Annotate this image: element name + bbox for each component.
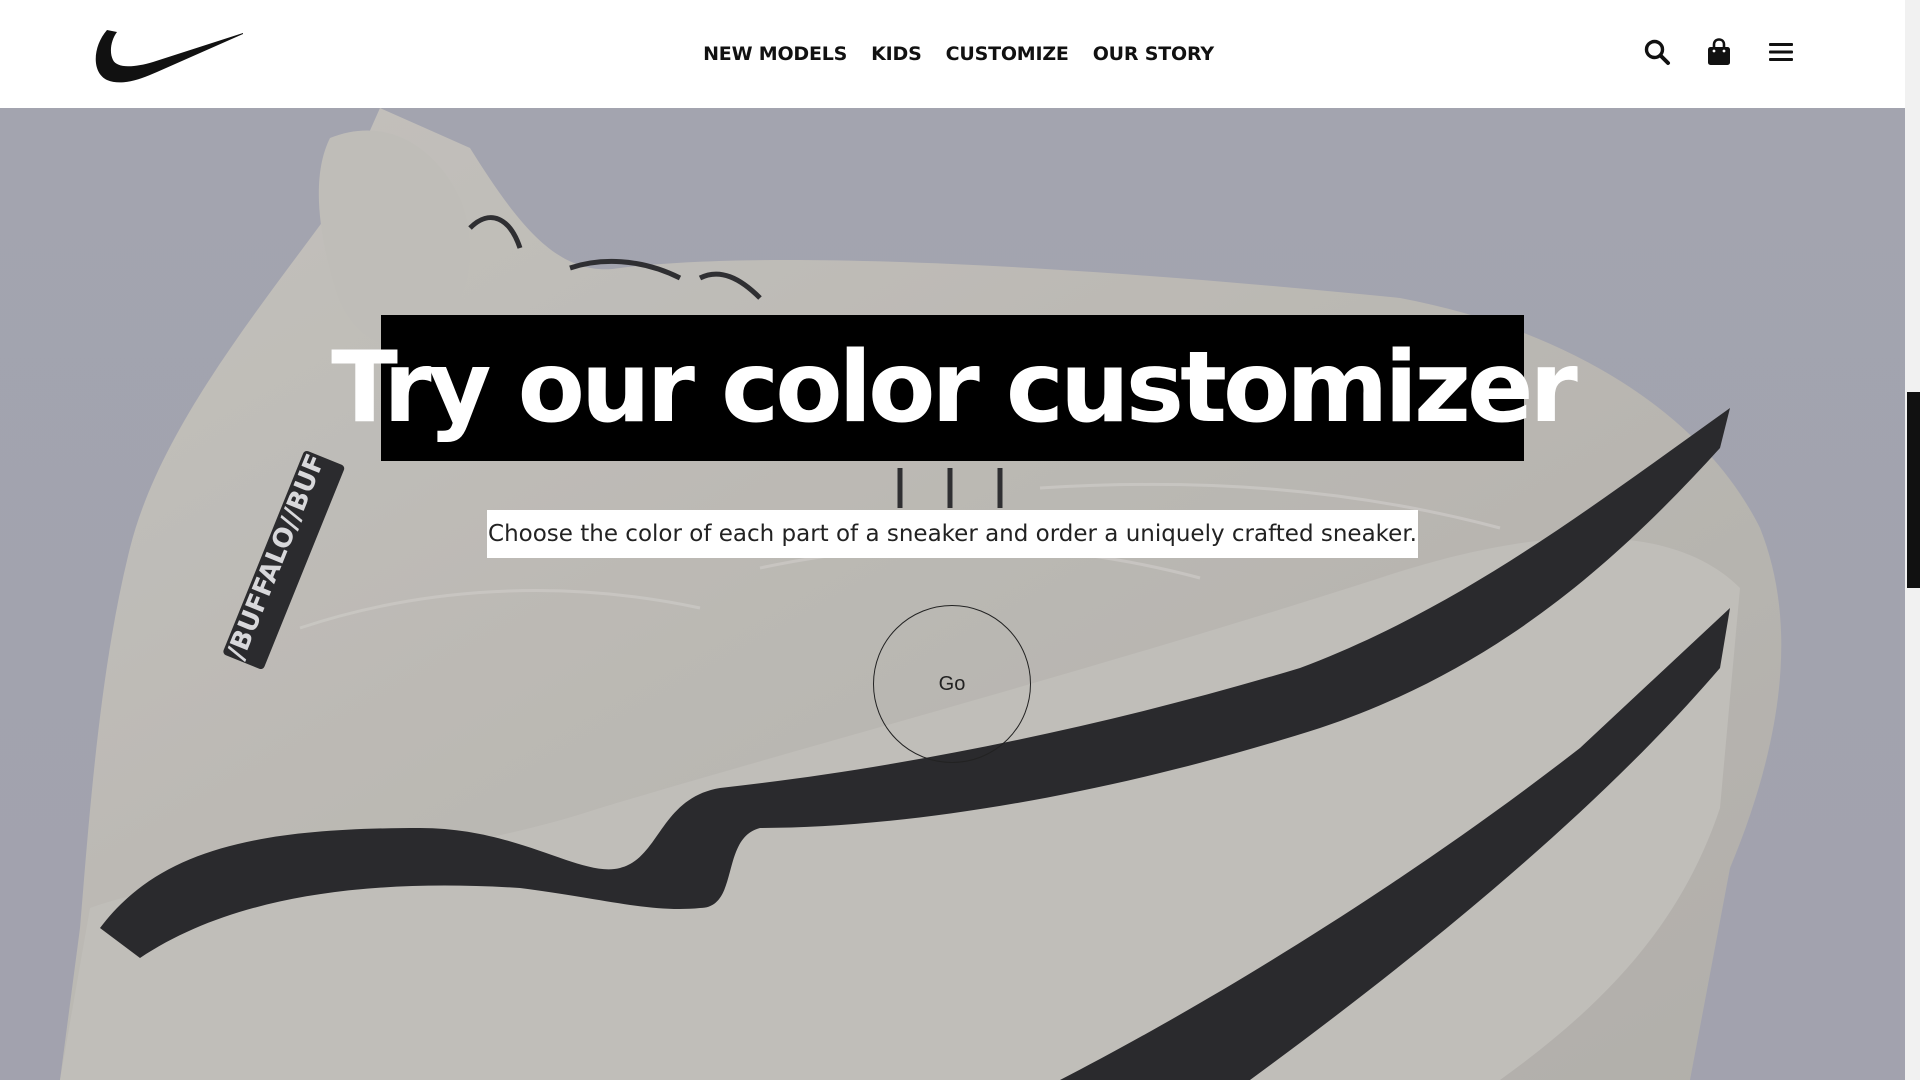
hero-subtitle-box: Choose the color of each part of a sneak…	[487, 510, 1418, 558]
page: NEW MODELS KIDS CUSTOMIZE OUR STORY /BUF…	[0, 0, 1920, 1080]
shopping-bag-icon[interactable]	[1705, 38, 1733, 66]
hero-title: Try our color customizer	[331, 331, 1578, 445]
page-scrollbar[interactable]	[1905, 0, 1920, 1080]
go-button[interactable]: Go	[873, 605, 1031, 763]
header-icons	[1643, 38, 1795, 66]
main-nav: NEW MODELS KIDS CUSTOMIZE OUR STORY	[0, 0, 1905, 108]
nav-kids[interactable]: KIDS	[871, 43, 922, 65]
sneaker-background-image: /BUFFALO//BUF	[0, 108, 1905, 1080]
hero-section: /BUFFALO//BUF Try our color customizer C…	[0, 108, 1905, 1080]
nav-links: NEW MODELS KIDS CUSTOMIZE OUR STORY	[703, 43, 1214, 65]
hero-title-box: Try our color customizer	[331, 315, 1578, 461]
search-icon[interactable]	[1643, 38, 1671, 66]
nav-new-models[interactable]: NEW MODELS	[703, 43, 847, 65]
hamburger-menu-icon[interactable]	[1767, 38, 1795, 66]
nav-customize[interactable]: CUSTOMIZE	[946, 43, 1069, 65]
scrollbar-thumb[interactable]	[1907, 392, 1920, 588]
site-header: NEW MODELS KIDS CUSTOMIZE OUR STORY	[0, 0, 1905, 108]
nav-our-story[interactable]: OUR STORY	[1093, 43, 1214, 65]
hero-subtitle: Choose the color of each part of a sneak…	[488, 521, 1417, 547]
